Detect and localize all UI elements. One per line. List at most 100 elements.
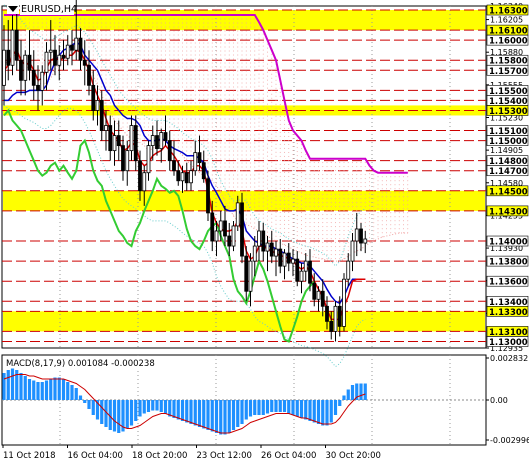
cloud-dot xyxy=(296,155,298,157)
cloud-dot xyxy=(152,110,154,112)
cloud-dot xyxy=(41,46,43,48)
cloud-dot xyxy=(237,134,239,136)
cloud-dot xyxy=(313,234,315,236)
cloud-dot xyxy=(254,22,256,24)
price-pane xyxy=(1,5,487,349)
cloud-dot xyxy=(301,248,302,250)
cloud-dot xyxy=(258,53,260,55)
cloud-dot xyxy=(109,62,111,64)
cloud-dot xyxy=(309,234,311,236)
cloud-dot xyxy=(262,141,264,143)
cloud-dot xyxy=(207,78,209,80)
cloud-dot xyxy=(305,170,307,172)
cloud-dot xyxy=(275,147,277,149)
cloud-dot xyxy=(369,229,370,231)
cloud-dot xyxy=(233,74,234,76)
cloud-dot xyxy=(126,126,128,128)
cloud-dot xyxy=(250,74,251,76)
cloud-dot xyxy=(347,230,349,232)
cloud-dot xyxy=(233,58,234,60)
cloud-dot xyxy=(114,98,115,100)
cloud-dot xyxy=(233,170,234,172)
cloud-dot xyxy=(279,135,281,137)
cloud-dot xyxy=(211,54,213,56)
cloud-dot xyxy=(216,46,217,48)
cloud-dot xyxy=(118,58,120,60)
cloud-dot xyxy=(250,190,251,192)
cloud-dot xyxy=(254,178,256,180)
cloud-dot xyxy=(3,22,5,24)
cloud-dot xyxy=(211,110,213,112)
cloud-dot xyxy=(139,58,141,60)
cloud-dot xyxy=(135,90,137,92)
cloud-dot xyxy=(114,86,115,88)
cloud-dot xyxy=(275,103,277,105)
cloud-dot xyxy=(398,192,400,194)
cloud-dot xyxy=(177,62,179,64)
cloud-dot xyxy=(148,50,149,52)
cloud-dot xyxy=(118,78,120,80)
cloud-dot xyxy=(296,231,298,233)
cloud-dot xyxy=(305,158,307,160)
cloud-dot xyxy=(386,196,387,198)
macd-bar xyxy=(304,400,308,420)
cloud-dot xyxy=(386,188,387,190)
cloud-dot xyxy=(403,196,404,198)
cloud-dot xyxy=(296,171,298,173)
cloud-dot xyxy=(203,34,205,36)
cloud-dot xyxy=(267,179,268,181)
cloud-dot xyxy=(292,230,294,232)
cloud-dot xyxy=(364,186,366,188)
cloud-dot xyxy=(245,134,247,136)
cloud-dot xyxy=(373,218,375,220)
cloud-dot xyxy=(169,46,171,48)
cloud-dot xyxy=(241,142,243,144)
cloud-dot xyxy=(160,62,162,64)
cloud-dot xyxy=(220,142,222,144)
cloud-dot xyxy=(186,86,188,88)
macd-bar xyxy=(193,400,197,426)
cloud-dot xyxy=(169,82,171,84)
cloud-dot xyxy=(262,101,264,103)
macd-bar xyxy=(312,400,316,423)
cloud-dot xyxy=(126,106,128,108)
cloud-dot xyxy=(109,26,111,28)
macd-bar xyxy=(83,400,87,403)
cloud-dot xyxy=(186,142,188,144)
candle-body xyxy=(346,260,351,280)
cloud-dot xyxy=(156,22,158,24)
cloud-dot xyxy=(364,166,366,168)
cloud-dot xyxy=(386,220,387,222)
cloud-dot xyxy=(173,50,175,52)
cloud-dot xyxy=(335,206,336,208)
cloud-dot xyxy=(343,170,345,172)
cloud-dot xyxy=(292,186,294,188)
cloud-dot xyxy=(186,150,188,152)
cloud-dot xyxy=(194,78,196,80)
cloud-dot xyxy=(7,18,9,20)
cloud-dot xyxy=(271,113,273,115)
cloud-dot xyxy=(118,22,120,24)
cloud-dot xyxy=(313,170,315,172)
cloud-dot xyxy=(203,90,205,92)
cloud-dot xyxy=(347,214,349,216)
cloud-dot xyxy=(377,236,379,238)
cloud-dot xyxy=(224,166,226,168)
cloud-dot xyxy=(118,74,120,76)
cloud-dot xyxy=(241,98,243,100)
cloud-dot xyxy=(254,206,256,208)
cloud-dot xyxy=(326,166,328,168)
cloud-dot xyxy=(360,198,362,200)
level-label: 1.13300 xyxy=(489,308,528,318)
cloud-dot xyxy=(92,46,94,48)
cloud-dot xyxy=(258,109,260,111)
cloud-dot xyxy=(347,174,349,176)
cloud-dot xyxy=(318,178,319,180)
cloud-dot xyxy=(267,167,268,169)
cloud-dot xyxy=(241,154,243,156)
cloud-dot xyxy=(224,94,226,96)
cloud-dot xyxy=(224,182,226,184)
cloud-dot xyxy=(386,204,387,206)
cloud-dot xyxy=(335,238,336,240)
cloud-dot xyxy=(160,114,162,116)
